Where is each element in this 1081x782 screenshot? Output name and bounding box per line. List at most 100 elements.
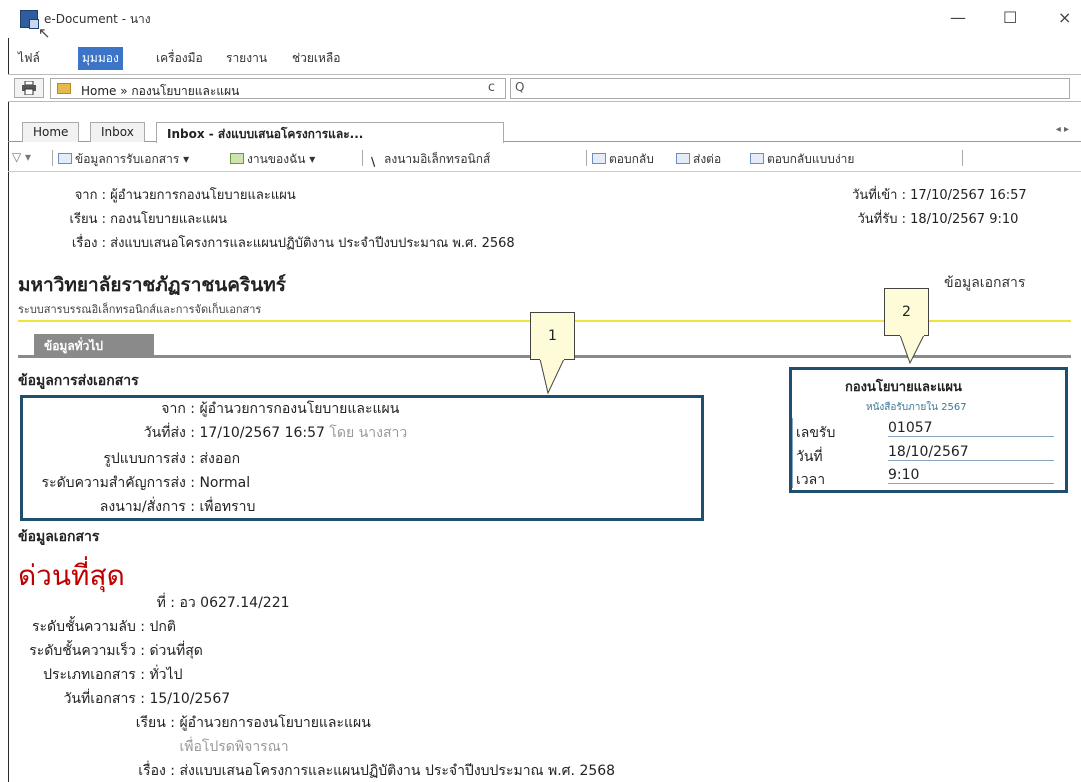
filter-dropdown[interactable]: ▽ ▾ <box>12 150 31 164</box>
e-signature-button[interactable]: / ลงนามอิเล็กทรอนิกส์ <box>367 150 491 169</box>
tab-general-info[interactable]: ข้อมูลทั่วไป <box>34 334 154 356</box>
minimize-button[interactable]: — <box>950 8 966 27</box>
close-button[interactable]: × <box>1058 8 1071 27</box>
received-date: วันที่รับ : 18/10/2567 9:10 <box>818 208 1018 229</box>
title-bar: ↖ e-Document - นาง — ☐ × <box>8 0 1081 41</box>
doc-to-value: ผู้อำนวยการองนโยบายและแผน <box>179 715 371 731</box>
quick-reply-button[interactable]: ตอบกลับแบบง่าย <box>750 150 854 169</box>
toolbar-divider <box>362 150 363 166</box>
forward-label: ส่งต่อ <box>693 152 722 166</box>
stamp-number-value: 01057 <box>888 420 1054 437</box>
to-label: เรียน : <box>69 212 106 227</box>
e-signature-label: ลงนามอิเล็กทรอนิกส์ <box>384 152 491 166</box>
doc-row-number: ที่ : อว 0627.14/221 <box>18 592 290 614</box>
reply-label: ตอบกลับ <box>609 152 654 166</box>
message-from: จาก : ผู้อำนวยการกองนโยบายและแผน <box>56 184 296 205</box>
message-to: เรียน : กองนโยบายและแผน <box>56 208 228 229</box>
stamp-title: กองนโยบายและแผน <box>845 380 962 395</box>
forward-icon <box>676 153 690 164</box>
search-icon: Q <box>515 80 525 94</box>
document-info-link[interactable]: ข้อมูลเอกสาร <box>944 272 1025 294</box>
tab-scroll-arrows-icon[interactable]: ◂ ▸ <box>1056 124 1069 135</box>
address-bar: Home » กองนโยบายและแผน c Q <box>8 74 1081 102</box>
document-info-heading: ข้อมูลเอกสาร <box>18 529 100 545</box>
doc-speed-label: ระดับชั้นความเร็ว : <box>29 643 145 659</box>
university-name: มหาวิทยาลัยราชภัฏราชนครินทร์ <box>18 274 286 296</box>
folder-icon <box>57 83 71 94</box>
tab-bar: Home Inbox Inbox - ส่งแบบเสนอโครงการและ.… <box>8 120 1081 143</box>
doc-speed-value: ด่วนที่สุด <box>149 643 203 659</box>
window-title: e-Document - นาง <box>44 12 151 26</box>
doc-row-secrecy: ระดับชั้นความลับ : ปกติ <box>18 616 176 638</box>
doc-number-label: ที่ : <box>156 595 175 611</box>
printer-icon[interactable] <box>14 78 44 98</box>
my-tasks-button[interactable]: งานของฉัน ▾ <box>230 150 315 169</box>
maximize-button[interactable]: ☐ <box>1003 8 1017 27</box>
doc-number-value: อว 0627.14/221 <box>179 595 290 611</box>
callout-1: 1 <box>530 312 575 360</box>
system-subtitle: ระบบสารบรรณอิเล็กทรอนิกส์และการจัดเก็บเอ… <box>18 303 262 316</box>
document-icon <box>58 153 72 164</box>
subject-value: ส่งแบบเสนอโครงการและแผนปฏิบัติงาน ประจำป… <box>110 236 515 251</box>
doc-subject-label: เรื่อง : <box>138 763 175 779</box>
stamp-time-label: เวลา <box>796 472 826 488</box>
received-in-date: วันที่เข้า : 17/10/2567 16:57 <box>818 184 1027 205</box>
tasks-icon <box>230 153 244 164</box>
receive-info-label: ข้อมูลการรับเอกสาร ▾ <box>75 152 190 166</box>
breadcrumb-path: Home » กองนโยบายและแผน <box>81 84 240 98</box>
doc-row-subject: เรื่อง : ส่งแบบเสนอโครงการและแผนปฏิบัติง… <box>18 760 615 782</box>
received-label: วันที่รับ : <box>857 212 906 227</box>
highlight-box-sending-info <box>20 395 704 521</box>
menu-bar: ไฟล์ มุมมอง เครื่องมือ รายงาน ช่วยเหลือ <box>8 44 1081 70</box>
forward-button[interactable]: ส่งต่อ <box>676 150 721 169</box>
reply-button[interactable]: ตอบกลับ <box>592 150 654 169</box>
stamp-time-value: 9:10 <box>888 467 1054 484</box>
stamp-subtitle: หนังสือรับภายใน 2567 <box>866 402 967 413</box>
doc-secrecy-value: ปกติ <box>149 619 176 635</box>
doc-row-speed: ระดับชั้นความเร็ว : ด่วนที่สุด <box>18 640 203 662</box>
toolbar: ▽ ▾ ข้อมูลการรับเอกสาร ▾ งานของฉัน ▾ / ลง… <box>8 144 1081 172</box>
receive-info-button[interactable]: ข้อมูลการรับเอกสาร ▾ <box>58 150 189 169</box>
doc-row-type: ประเภทเอกสาร : ทั่วไป <box>18 664 182 686</box>
doc-secrecy-label: ระดับชั้นความลับ : <box>31 619 145 635</box>
doc-subject-value: ส่งแบบเสนอโครงการและแผนปฏิบัติงาน ประจำป… <box>179 763 616 779</box>
doc-to-label: เรียน : <box>135 715 175 731</box>
received-in-label: วันที่เข้า : <box>852 188 906 203</box>
doc-type-value: ทั่วไป <box>149 667 183 683</box>
callout-2: 2 <box>884 288 929 336</box>
menu-file[interactable]: ไฟล์ <box>18 49 40 68</box>
menu-help[interactable]: ช่วยเหลือ <box>292 49 341 68</box>
printer-glyph <box>22 81 36 95</box>
toolbar-divider <box>52 150 53 166</box>
breadcrumb[interactable]: Home » กองนโยบายและแผน c <box>50 78 506 99</box>
from-label: จาก : <box>74 188 106 203</box>
my-tasks-label: งานของฉัน ▾ <box>247 152 316 166</box>
message-subject: เรื่อง : ส่งแบบเสนอโครงการและแผนปฏิบัติง… <box>56 232 515 253</box>
sending-info-heading: ข้อมูลการส่งเอกสาร <box>18 373 139 389</box>
reply-icon <box>592 153 606 164</box>
doc-date-value: 15/10/2567 <box>149 691 231 707</box>
to-value: กองนโยบายและแผน <box>110 212 228 227</box>
stamp-number-label: เลขรับ <box>796 425 836 441</box>
quick-reply-icon <box>750 153 764 164</box>
callout-1-pointer <box>539 359 565 395</box>
quick-reply-label: ตอบกลับแบบง่าย <box>767 152 855 166</box>
tab-inbox-document[interactable]: Inbox - ส่งแบบเสนอโครงการและ... <box>156 122 504 143</box>
menu-reports[interactable]: รายงาน <box>226 49 267 68</box>
received-value: 18/10/2567 9:10 <box>910 212 1019 227</box>
tab-home[interactable]: Home <box>22 122 80 142</box>
search-input[interactable]: Q <box>510 78 1070 99</box>
doc-row-purpose: เพื่อโปรดพิจารณา <box>18 736 289 758</box>
tab-inbox[interactable]: Inbox <box>90 122 145 142</box>
menu-view[interactable]: มุมมอง <box>78 47 123 70</box>
stamp-date-label: วันที่ <box>796 449 823 465</box>
from-value: ผู้อำนวยการกองนโยบายและแผน <box>110 188 296 203</box>
doc-purpose-value: เพื่อโปรดพิจารณา <box>179 739 289 755</box>
doc-row-date: วันที่เอกสาร : 15/10/2567 <box>18 688 231 710</box>
toolbar-divider <box>586 150 587 166</box>
doc-row-to: เรียน : ผู้อำนวยการองนโยบายและแผน <box>18 712 371 734</box>
refresh-icon[interactable]: c <box>488 80 495 95</box>
doc-type-label: ประเภทเอกสาร : <box>43 667 145 683</box>
callout-2-pointer <box>899 335 925 365</box>
menu-tools[interactable]: เครื่องมือ <box>156 49 203 68</box>
